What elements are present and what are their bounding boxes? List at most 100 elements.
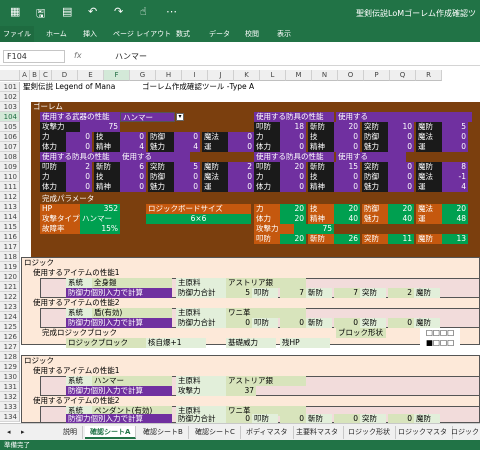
weapon-stat-value-1: 0 (120, 132, 146, 142)
row-header-128[interactable]: 128 (0, 352, 20, 362)
column-header-n[interactable]: N (312, 70, 338, 81)
row-header-101[interactable]: 101 (0, 82, 20, 92)
tab-data[interactable]: データ (209, 29, 230, 39)
chevron-down-icon[interactable]: ▾ (176, 113, 184, 121)
armor1-stat-label-0: 叩防 (254, 122, 280, 132)
armor3-use[interactable]: 使用する (336, 152, 406, 162)
armor1-stat-value-3: 5 (442, 122, 468, 132)
scroll-right-icon[interactable]: ▸ (16, 426, 30, 439)
row-header-119[interactable]: 119 (0, 262, 20, 272)
row-header-108[interactable]: 108 (0, 152, 20, 162)
row-header-105[interactable]: 105 (0, 122, 20, 132)
column-header-o[interactable]: O (338, 70, 364, 81)
column-header-d[interactable]: D (52, 70, 78, 81)
row-header-113[interactable]: 113 (0, 202, 20, 212)
sheet-tab[interactable]: 確認シートC (190, 426, 241, 439)
tab-home[interactable]: ホーム (46, 29, 67, 39)
column-header-f[interactable]: F (104, 70, 130, 81)
sheet-tab-active[interactable]: 確認シートA (85, 426, 137, 439)
tab-file[interactable]: ファイル (0, 26, 34, 42)
customize-quick-access-icon[interactable]: ⋯ (166, 5, 177, 18)
kaku: 核自爆+1 (146, 338, 206, 348)
lineage-label: 系統 (66, 278, 92, 288)
row-header-109[interactable]: 109 (0, 162, 20, 172)
row-header-127[interactable]: 127 (0, 342, 20, 352)
tab-review[interactable]: 校閲 (245, 29, 259, 39)
sheet-tab[interactable]: 主要料マスタ (291, 426, 344, 439)
redo-icon[interactable]: ↷ (114, 5, 123, 18)
row-header-120[interactable]: 120 (0, 272, 20, 282)
armor3-stat-value-2: 0 (388, 162, 414, 172)
row-header-117[interactable]: 117 (0, 242, 20, 252)
row-header-129[interactable]: 129 (0, 362, 20, 372)
tab-view[interactable]: 表示 (277, 29, 291, 39)
column-header-q[interactable]: Q (390, 70, 416, 81)
select-all-corner[interactable] (0, 70, 20, 81)
column-header-i[interactable]: I (182, 70, 208, 81)
spreadsheet-icon[interactable]: ▤ (62, 5, 72, 18)
column-header-p[interactable]: P (364, 70, 390, 81)
column-header-r[interactable]: R (416, 70, 442, 81)
sheet-tab[interactable]: 説明 (58, 426, 83, 439)
row-header-118[interactable]: 118 (0, 252, 20, 262)
sheet-tab[interactable]: ボディマスタ (241, 426, 294, 439)
row-header-106[interactable]: 106 (0, 132, 20, 142)
save-icon[interactable]: 🖫 (36, 5, 45, 24)
tab-page-layout[interactable]: ページ レイアウト (113, 29, 171, 39)
row-header-125[interactable]: 125 (0, 322, 20, 332)
row-header-103[interactable]: 103 (0, 102, 20, 112)
row-header-116[interactable]: 116 (0, 232, 20, 242)
row-header-107[interactable]: 107 (0, 142, 20, 152)
name-box[interactable]: F104 (3, 50, 65, 63)
item1b-lineage: ハンマー (92, 376, 172, 386)
sheet-tab[interactable]: 確認シートB (138, 426, 189, 439)
scroll-left-icon[interactable]: ◂ (2, 426, 16, 439)
row-header-134[interactable]: 134 (0, 412, 20, 422)
final-stat-value-0: 20 (280, 214, 306, 224)
column-header-h[interactable]: H (156, 70, 182, 81)
armor3-stat-label-0: 叩防 (254, 162, 280, 172)
row-header-131[interactable]: 131 (0, 382, 20, 392)
def2-value-1: 0 (280, 318, 306, 328)
undo-icon[interactable]: ↶ (88, 5, 97, 18)
armor3-stat-label-2: 防御 (362, 172, 388, 182)
formula-input[interactable]: ハンマー (115, 51, 147, 62)
sheet-tab[interactable]: ロジック形状 (343, 426, 396, 439)
row-header-122[interactable]: 122 (0, 292, 20, 302)
row-header-133[interactable]: 133 (0, 402, 20, 412)
row-header-115[interactable]: 115 (0, 222, 20, 232)
touch-mode-icon[interactable]: ☝ (140, 5, 147, 18)
row-header-110[interactable]: 110 (0, 172, 20, 182)
weapon-select[interactable]: ハンマー (120, 112, 175, 122)
column-header-a[interactable]: A (20, 70, 30, 81)
row-header-123[interactable]: 123 (0, 302, 20, 312)
armor1-use[interactable]: 使用する (336, 112, 472, 122)
column-header-l[interactable]: L (260, 70, 286, 81)
sheet-tab[interactable]: ロジックマスタ (393, 426, 453, 439)
row-header-112[interactable]: 112 (0, 192, 20, 202)
row-header-102[interactable]: 102 (0, 92, 20, 102)
sheet-tab[interactable]: ロジックラ (446, 426, 480, 439)
column-header-e[interactable]: E (78, 70, 104, 81)
column-header-k[interactable]: K (234, 70, 260, 81)
row-header-124[interactable]: 124 (0, 312, 20, 322)
tab-insert[interactable]: 挿入 (83, 29, 97, 39)
row-header-130[interactable]: 130 (0, 372, 20, 382)
column-header-g[interactable]: G (130, 70, 156, 81)
column-header-b[interactable]: B (30, 70, 40, 81)
row-header-104[interactable]: 104 (0, 112, 20, 122)
row-header-126[interactable]: 126 (0, 332, 20, 342)
column-header-m[interactable]: M (286, 70, 312, 81)
column-header-c[interactable]: C (40, 70, 52, 81)
row-header-121[interactable]: 121 (0, 282, 20, 292)
lineage1-value: 全身鎧 (92, 278, 172, 288)
column-header-j[interactable]: J (208, 70, 234, 81)
final-stat-label-0: 体力 (254, 214, 280, 224)
row-header-132[interactable]: 132 (0, 392, 20, 402)
armor2-stat-label-2: 突防 (148, 162, 174, 172)
armor2-use[interactable]: 使用する (120, 152, 190, 162)
row-header-114[interactable]: 114 (0, 212, 20, 222)
row-header-111[interactable]: 111 (0, 182, 20, 192)
fx-icon[interactable]: fx (74, 51, 82, 60)
tab-formulas[interactable]: 数式 (176, 29, 190, 39)
